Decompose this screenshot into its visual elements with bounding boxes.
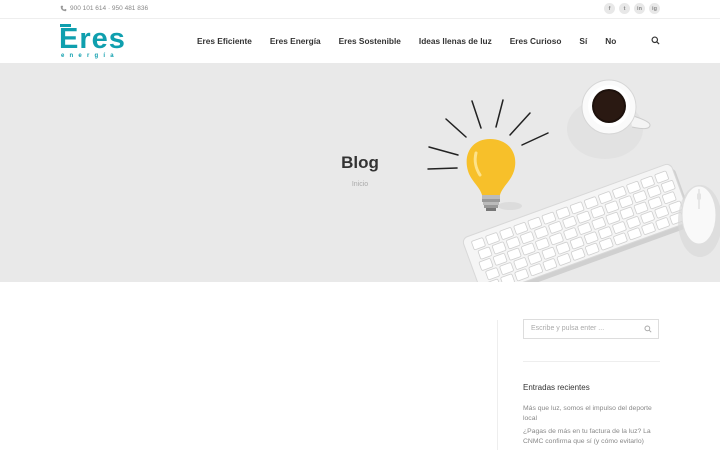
main-nav: Eres Eficiente Eres Energía Eres Sosteni… xyxy=(197,36,634,46)
mouse-icon xyxy=(678,185,720,257)
page-title: Blog xyxy=(341,153,379,172)
facebook-icon[interactable]: f xyxy=(604,3,615,14)
nav-item-eres-curioso[interactable]: Eres Curioso xyxy=(510,36,562,46)
instagram-icon[interactable]: ig xyxy=(649,3,660,14)
linkedin-icon[interactable]: in xyxy=(634,3,645,14)
nav-item-no[interactable]: No xyxy=(605,36,616,46)
lightbulb-icon xyxy=(466,139,522,211)
nav-item-si[interactable]: Sí xyxy=(579,36,587,46)
phone-numbers: 900 101 614 · 950 481 836 xyxy=(70,5,149,12)
breadcrumb-home[interactable]: Inicio xyxy=(0,181,720,188)
sidebar-search-input[interactable]: Escribe y pulsa enter ... xyxy=(523,319,659,339)
site-header: Eres energía Eres Eficiente Eres Energía… xyxy=(0,19,720,64)
logo-tagline: energía xyxy=(61,53,119,59)
recent-post-link[interactable]: Más que luz, somos el impulso del deport… xyxy=(523,404,658,424)
site-logo[interactable]: Eres energía xyxy=(59,23,131,59)
social-links: f t in ig xyxy=(604,3,660,14)
recent-post-link[interactable]: ¿Pagas de más en tu factura de la luz? L… xyxy=(523,427,658,447)
phone-contact[interactable]: 900 101 614 · 950 481 836 xyxy=(60,5,148,12)
nav-item-ideas-llenas-de-luz[interactable]: Ideas llenas de luz xyxy=(419,36,492,46)
phone-icon xyxy=(60,5,67,12)
nav-item-eres-energia[interactable]: Eres Energía xyxy=(270,36,321,46)
sidebar-divider xyxy=(497,320,498,450)
page-hero: Blog Inicio xyxy=(0,63,720,282)
search-placeholder: Escribe y pulsa enter ... xyxy=(531,325,605,332)
search-icon[interactable] xyxy=(651,36,660,45)
nav-item-eres-eficiente[interactable]: Eres Eficiente xyxy=(197,36,252,46)
logo-wordmark: Eres xyxy=(59,23,126,55)
nav-item-eres-sostenible[interactable]: Eres Sostenible xyxy=(339,36,401,46)
recent-posts-list: Más que luz, somos el impulso del deport… xyxy=(523,404,658,450)
sidebar-separator xyxy=(523,361,660,362)
top-bar: 900 101 614 · 950 481 836 f t in ig xyxy=(0,0,720,19)
twitter-icon[interactable]: t xyxy=(619,3,630,14)
search-icon[interactable] xyxy=(644,325,652,333)
coffee-cup-icon xyxy=(567,79,651,159)
recent-posts-heading: Entradas recientes xyxy=(523,383,590,392)
